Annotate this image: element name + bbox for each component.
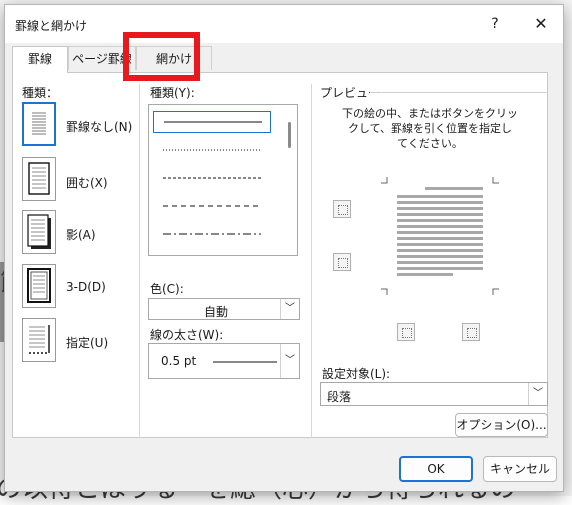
apply-to-dropdown[interactable]: 段落 ﹀ <box>320 382 548 406</box>
setting-box-icon[interactable] <box>22 157 56 201</box>
preview-text-line <box>397 243 483 246</box>
chevron-down-icon[interactable]: ﹀ <box>280 299 299 319</box>
preview-instruction-line: 下の絵の中、またはボタンをクリッ <box>342 107 518 120</box>
preview-text-line <box>397 255 483 258</box>
apply-to-label: 設定対象(L): <box>322 367 391 381</box>
setting-box-label[interactable]: 囲む(X) <box>66 174 108 191</box>
preview-text-line <box>397 219 483 222</box>
setting-none-icon[interactable] <box>22 102 56 146</box>
preview-text-line <box>397 201 483 204</box>
cancel-button[interactable]: キャンセル <box>483 456 557 482</box>
style-label: 種類(Y): <box>150 86 195 100</box>
width-dropdown[interactable]: 0.5 pt ﹀ <box>148 343 300 379</box>
bottom-border-button[interactable] <box>333 253 351 271</box>
preview-text-line <box>397 225 483 228</box>
column-divider-left <box>139 84 140 438</box>
options-button[interactable]: オプション(O)... <box>455 413 548 437</box>
preview-text-line <box>397 237 483 240</box>
setting-custom-icon[interactable] <box>22 318 56 362</box>
style-item-dash-dot[interactable] <box>153 225 271 243</box>
right-border-button[interactable] <box>462 323 480 341</box>
preview-text-line <box>397 249 483 252</box>
preview-divider <box>370 92 548 93</box>
setting-shadow-icon[interactable] <box>22 210 56 254</box>
preview-text-line <box>425 187 483 190</box>
apply-to-value: 段落 <box>327 390 352 404</box>
top-border-button[interactable] <box>333 200 351 218</box>
width-label: 線の太さ(W): <box>150 328 224 342</box>
style-item-dash[interactable] <box>153 197 271 215</box>
style-item-solid[interactable] <box>153 111 271 133</box>
preview-text-line <box>397 195 483 198</box>
preview-text-line <box>397 231 483 234</box>
ok-button[interactable]: OK <box>399 456 473 482</box>
setting-label: 種類： <box>22 86 59 100</box>
color-label: 色(C): <box>150 282 184 296</box>
preview-instructions: 下の絵の中、またはボタンをクリッ クして、罫線を引く位置を指定し てください。 <box>320 106 540 151</box>
setting-3d-label[interactable]: 3-D(D) <box>66 280 106 294</box>
preview-text-line <box>397 213 483 216</box>
preview-text-line <box>397 273 453 276</box>
dialog-title: 罫線と網かけ <box>15 19 88 33</box>
tab-borders[interactable]: 罫線 <box>12 46 68 73</box>
chevron-down-icon[interactable]: ﹀ <box>280 344 299 378</box>
preview-text-line <box>397 207 483 210</box>
style-item-fine-dash[interactable] <box>153 169 271 187</box>
chevron-down-icon[interactable]: ﹀ <box>528 383 547 405</box>
column-divider-right <box>311 84 312 438</box>
setting-shadow-label[interactable]: 影(A) <box>66 226 96 243</box>
preview-area[interactable] <box>373 169 507 303</box>
width-value: 0.5 pt <box>161 354 197 368</box>
highlight-box <box>123 32 200 81</box>
left-border-button[interactable] <box>397 323 415 341</box>
color-value: 自動 <box>203 305 228 319</box>
setting-custom-label[interactable]: 指定(U) <box>66 334 108 351</box>
style-scrollbar[interactable] <box>288 122 291 148</box>
style-listbox[interactable] <box>148 104 298 256</box>
setting-3d-icon[interactable] <box>22 264 56 308</box>
preview-text-line <box>397 267 483 270</box>
title-bar: 罫線と網かけ ? ✕ <box>5 5 563 43</box>
color-dropdown[interactable]: 自動 ﹀ <box>148 298 300 320</box>
style-item-dotted[interactable] <box>153 141 271 159</box>
preview-instruction-line: クして、罫線を引く位置を指定し <box>347 122 513 135</box>
setting-none-label[interactable]: 罫線なし(N) <box>66 118 132 135</box>
preview-text-line <box>397 261 483 264</box>
preview-instruction-line: てください。 <box>397 137 463 150</box>
help-button[interactable]: ? <box>483 13 507 35</box>
close-button[interactable]: ✕ <box>529 13 553 35</box>
